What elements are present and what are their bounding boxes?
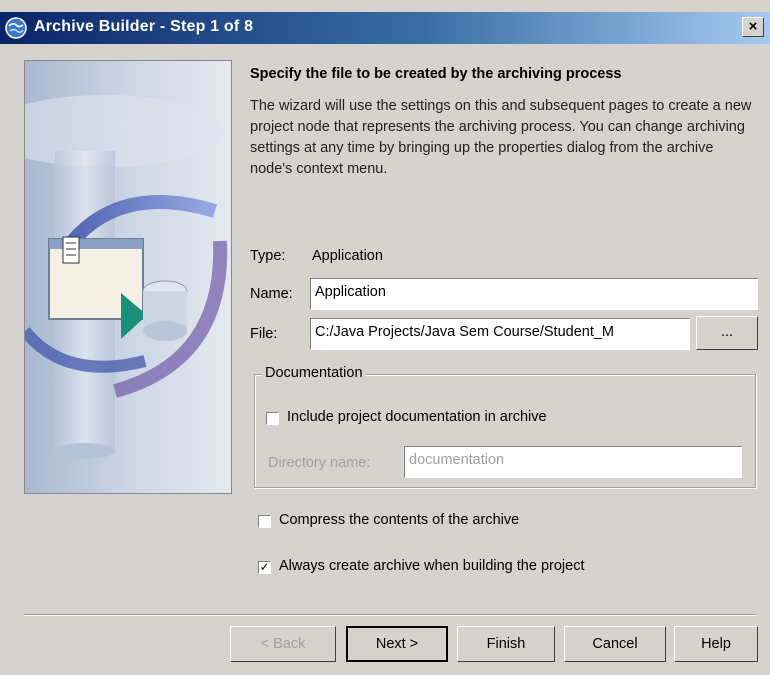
step-heading: Specify the file to be created by the ar… xyxy=(250,66,622,82)
window-title: Archive Builder - Step 1 of 8 xyxy=(34,18,254,35)
cancel-button[interactable]: Cancel xyxy=(564,626,666,662)
file-path-field[interactable]: C:/Java Projects/Java Sem Course/Student… xyxy=(310,318,690,350)
include-documentation-label[interactable]: Include project documentation in archive xyxy=(287,409,547,425)
close-button[interactable]: × xyxy=(742,17,764,37)
next-button[interactable]: Next > xyxy=(346,626,448,662)
archive-builder-dialog: Archive Builder - Step 1 of 8 × Specify … xyxy=(0,0,770,675)
always-create-label[interactable]: Always create archive when building the … xyxy=(279,558,584,574)
name-label: Name: xyxy=(250,286,293,302)
type-label: Type: xyxy=(250,248,286,264)
app-globe-icon xyxy=(5,17,27,39)
documentation-group-title: Documentation xyxy=(262,365,366,381)
always-create-checkbox[interactable]: ✓ xyxy=(258,561,271,574)
compress-checkbox[interactable] xyxy=(258,515,271,528)
back-button[interactable]: < Back xyxy=(230,626,336,662)
compress-label[interactable]: Compress the contents of the archive xyxy=(279,512,519,528)
title-bar[interactable]: Archive Builder - Step 1 of 8 × xyxy=(0,12,770,44)
finish-button[interactable]: Finish xyxy=(457,626,555,662)
browse-button[interactable]: ... xyxy=(696,316,758,350)
directory-name-label: Directory name: xyxy=(268,455,371,471)
close-icon: × xyxy=(748,18,758,35)
step-description: The wizard will use the settings on this… xyxy=(250,98,752,177)
file-label: File: xyxy=(250,326,278,342)
archive-illustration-graphic xyxy=(25,95,228,459)
name-field[interactable]: Application xyxy=(310,278,758,310)
directory-name-field[interactable]: documentation xyxy=(404,446,742,478)
wizard-illustration xyxy=(24,60,232,494)
help-button[interactable]: Help xyxy=(674,626,758,662)
button-separator xyxy=(24,614,756,616)
type-value: Application xyxy=(312,248,383,264)
include-documentation-checkbox[interactable] xyxy=(266,412,279,425)
